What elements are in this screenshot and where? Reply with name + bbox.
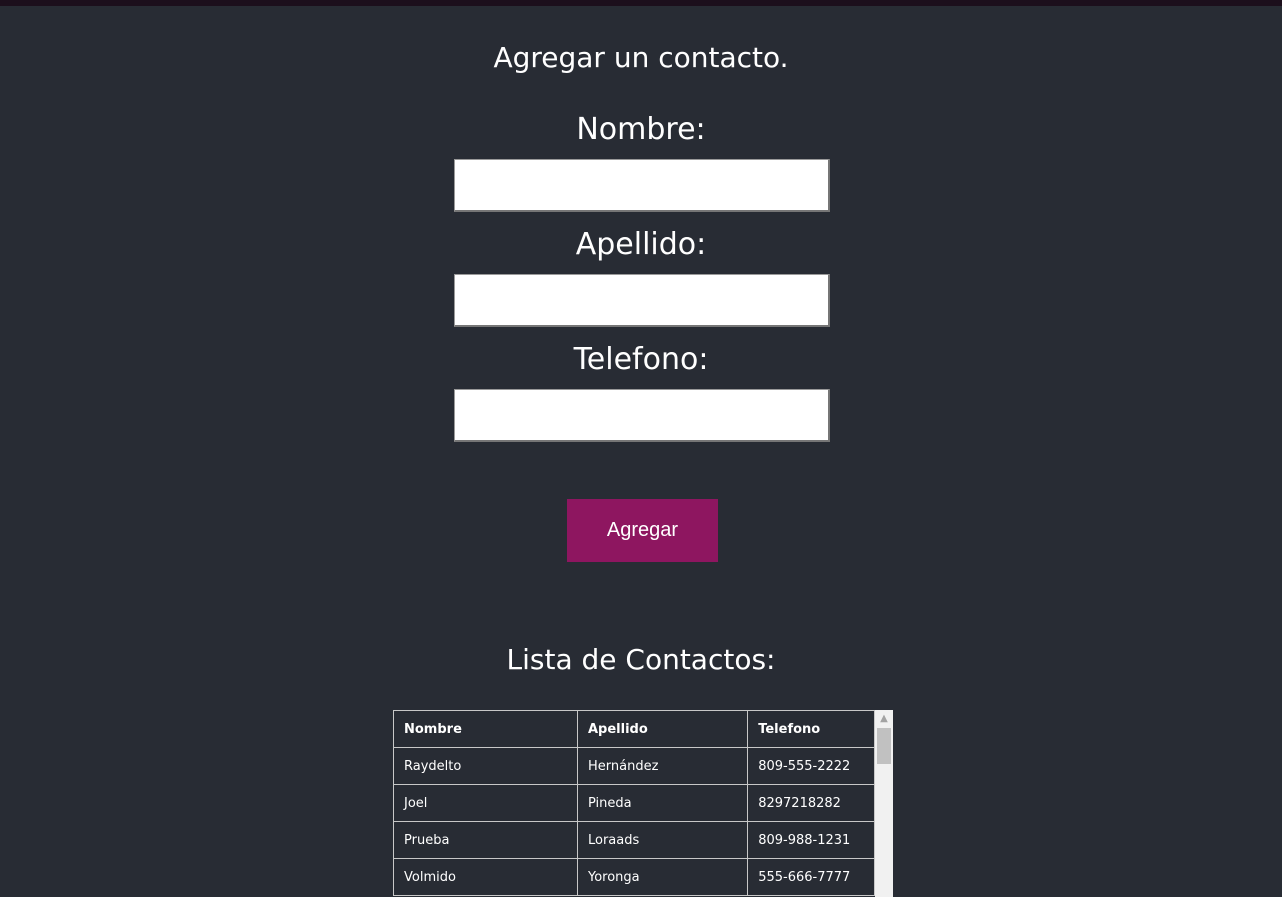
cell-telefono: 8297218282 bbox=[747, 784, 875, 822]
cell-nombre: Raydelto bbox=[393, 747, 578, 785]
nombre-label: Nombre: bbox=[576, 112, 706, 147]
cell-telefono: 555-666-7777 bbox=[747, 858, 875, 896]
cell-apellido: Pineda bbox=[576, 784, 749, 822]
column-header-nombre: Nombre bbox=[393, 710, 578, 748]
cell-telefono: 809-555-2222 bbox=[747, 747, 875, 785]
page: Agregar un contacto. Nombre: Apellido: T… bbox=[0, 0, 1282, 897]
column-header-apellido: Apellido bbox=[576, 710, 749, 748]
contacts-table: Nombre Apellido Telefono Raydelto Hernán… bbox=[393, 710, 875, 896]
cell-nombre: Prueba bbox=[393, 821, 578, 859]
cell-apellido: Yoronga bbox=[576, 858, 749, 896]
scrollbar-thumb[interactable] bbox=[877, 728, 891, 764]
chevron-up-icon[interactable]: ▲ bbox=[875, 710, 893, 727]
cell-telefono: 809-988-1231 bbox=[747, 821, 875, 859]
table-header-row: Nombre Apellido Telefono bbox=[393, 710, 875, 748]
cell-apellido: Loraads bbox=[576, 821, 749, 859]
nombre-input[interactable] bbox=[454, 159, 830, 212]
table-scrollbar[interactable]: ▲ bbox=[875, 710, 893, 897]
contacts-table-container[interactable]: Nombre Apellido Telefono Raydelto Hernán… bbox=[393, 710, 893, 897]
agregar-button[interactable]: Agregar bbox=[567, 499, 718, 562]
telefono-label: Telefono: bbox=[573, 342, 709, 377]
table-row: Joel Pineda 8297218282 bbox=[393, 784, 875, 822]
cell-nombre: Joel bbox=[393, 784, 578, 822]
telefono-input[interactable] bbox=[454, 389, 830, 442]
column-header-telefono: Telefono bbox=[747, 710, 875, 748]
apellido-label: Apellido: bbox=[575, 227, 707, 262]
table-row: Prueba Loraads 809-988-1231 bbox=[393, 821, 875, 859]
table-row: Raydelto Hernández 809-555-2222 bbox=[393, 747, 875, 785]
form-title: Agregar un contacto. bbox=[493, 41, 789, 74]
table-row: Volmido Yoronga 555-666-7777 bbox=[393, 858, 875, 896]
cell-apellido: Hernández bbox=[576, 747, 749, 785]
top-border bbox=[0, 0, 1282, 6]
apellido-input[interactable] bbox=[454, 274, 830, 327]
cell-nombre: Volmido bbox=[393, 858, 578, 896]
list-title: Lista de Contactos: bbox=[506, 643, 776, 676]
